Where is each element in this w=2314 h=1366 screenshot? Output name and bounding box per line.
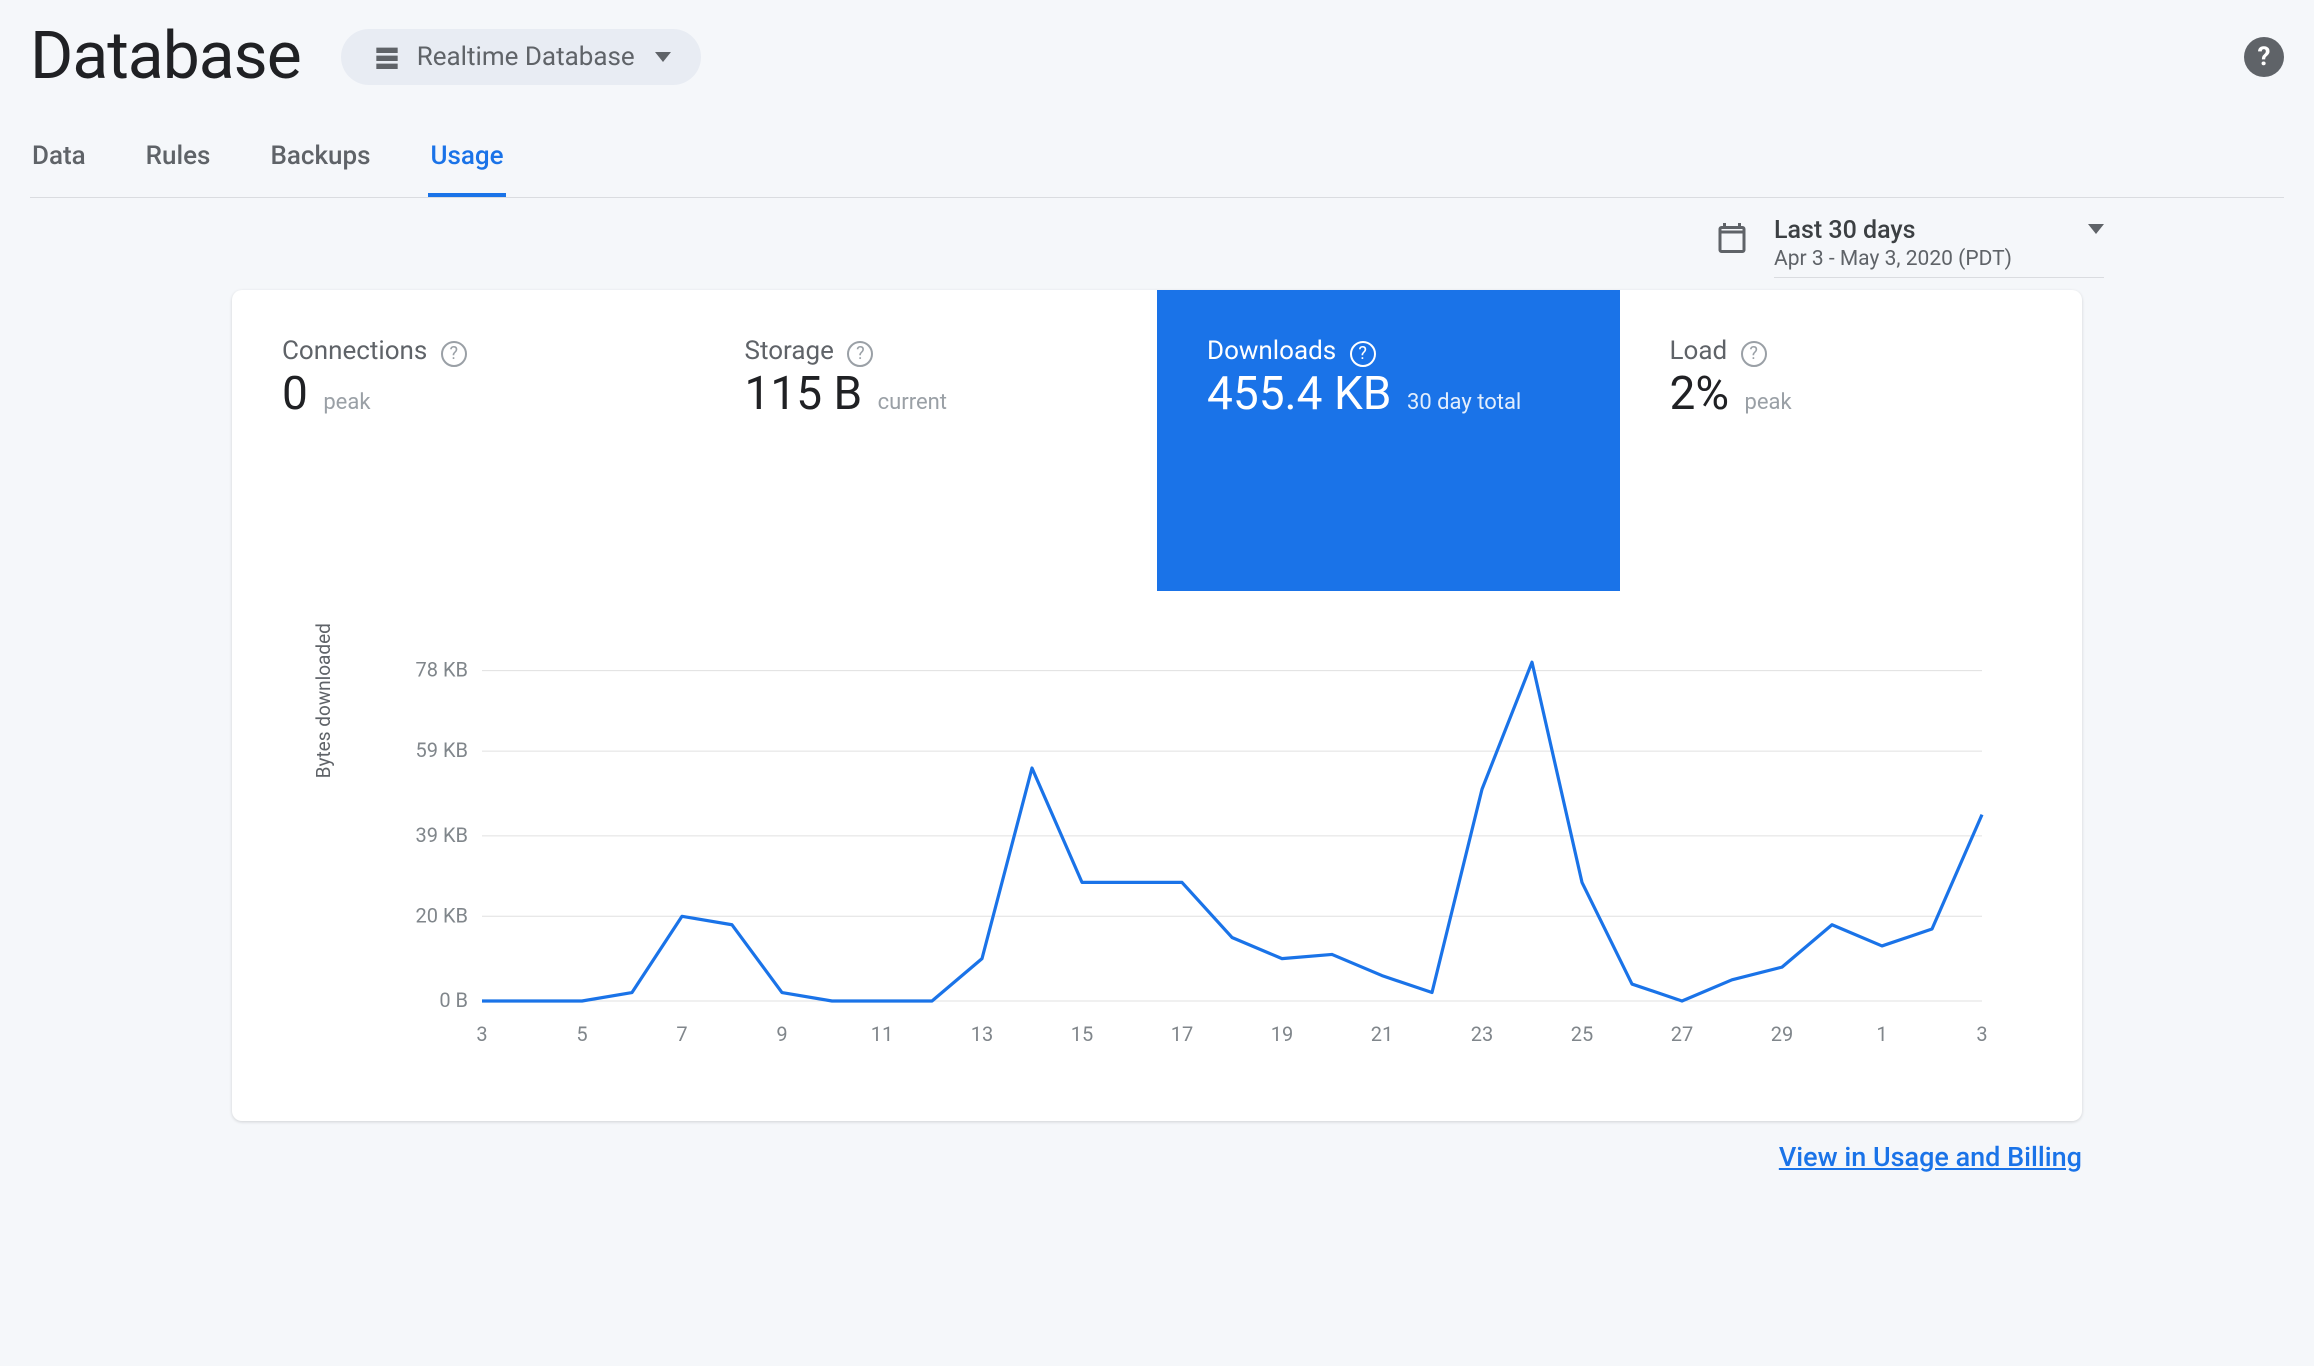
tab-backups[interactable]: Backups — [268, 131, 372, 197]
tab-usage[interactable]: Usage — [428, 131, 505, 197]
database-icon — [371, 41, 403, 73]
svg-text:1: 1 — [1876, 1022, 1887, 1046]
svg-text:59 KB: 59 KB — [416, 738, 468, 762]
date-range-label: Last 30 days — [1774, 216, 2104, 245]
metric-downloads[interactable]: Downloads ? 455.4 KB 30 day total — [1157, 290, 1620, 591]
date-range-picker[interactable]: Last 30 days Apr 3 - May 3, 2020 (PDT) — [1714, 216, 2104, 278]
database-picker-label: Realtime Database — [417, 42, 635, 72]
view-usage-billing-link[interactable]: View in Usage and Billing — [1779, 1141, 2082, 1173]
calendar-icon — [1714, 220, 1750, 256]
svg-text:20 KB: 20 KB — [416, 903, 468, 927]
svg-text:15: 15 — [1071, 1022, 1093, 1046]
downloads-chart: 0 B20 KB39 KB59 KB78 KB35791113151719212… — [362, 621, 2012, 1061]
date-range-detail: Apr 3 - May 3, 2020 (PDT) — [1774, 247, 2104, 271]
help-icon[interactable]: ? — [441, 341, 467, 367]
svg-text:29: 29 — [1771, 1022, 1793, 1046]
svg-text:3: 3 — [476, 1022, 487, 1046]
metric-sub: current — [878, 390, 947, 415]
svg-text:3: 3 — [1976, 1022, 1987, 1046]
help-icon[interactable]: ? — [847, 341, 873, 367]
metric-storage[interactable]: Storage ? 115 B current — [695, 290, 1158, 591]
page-help-icon[interactable]: ? — [2244, 37, 2284, 77]
svg-text:5: 5 — [576, 1022, 587, 1046]
svg-text:25: 25 — [1571, 1022, 1593, 1046]
chart-y-axis-label: Bytes downloaded — [312, 623, 335, 778]
svg-text:19: 19 — [1271, 1022, 1293, 1046]
svg-text:7: 7 — [676, 1022, 687, 1046]
svg-text:17: 17 — [1171, 1022, 1193, 1046]
metric-label: Storage — [745, 336, 834, 366]
metric-connections[interactable]: Connections ? 0 peak — [232, 290, 695, 591]
metric-value: 115 B — [745, 367, 863, 421]
svg-text:0 B: 0 B — [439, 988, 468, 1012]
tab-rules[interactable]: Rules — [144, 131, 213, 197]
metric-load[interactable]: Load ? 2% peak — [1620, 290, 2083, 591]
chevron-down-icon — [2088, 224, 2104, 234]
svg-text:27: 27 — [1671, 1022, 1693, 1046]
svg-text:13: 13 — [971, 1022, 993, 1046]
metric-sub: peak — [1745, 390, 1792, 415]
metric-label: Load — [1670, 336, 1728, 366]
tab-bar: Data Rules Backups Usage — [30, 131, 2284, 198]
svg-text:21: 21 — [1371, 1022, 1393, 1046]
svg-text:9: 9 — [776, 1022, 787, 1046]
svg-text:78 KB: 78 KB — [416, 657, 468, 681]
metric-label: Downloads — [1207, 336, 1336, 366]
page-title: Database — [30, 18, 301, 95]
metric-value: 2% — [1670, 367, 1730, 421]
svg-text:39 KB: 39 KB — [416, 822, 468, 846]
svg-text:23: 23 — [1471, 1022, 1493, 1046]
metric-label: Connections — [282, 336, 427, 366]
usage-card: Connections ? 0 peak Storage ? 115 B cur… — [232, 290, 2082, 1121]
database-picker[interactable]: Realtime Database — [341, 29, 701, 85]
help-icon[interactable]: ? — [1350, 341, 1376, 367]
svg-text:11: 11 — [871, 1022, 893, 1046]
metric-value: 0 — [282, 367, 308, 421]
metric-value: 455.4 KB — [1207, 367, 1391, 421]
metric-sub: 30 day total — [1407, 390, 1521, 415]
tab-data[interactable]: Data — [30, 131, 88, 197]
chevron-down-icon — [655, 52, 671, 62]
metric-sub: peak — [323, 390, 370, 415]
help-icon[interactable]: ? — [1741, 341, 1767, 367]
